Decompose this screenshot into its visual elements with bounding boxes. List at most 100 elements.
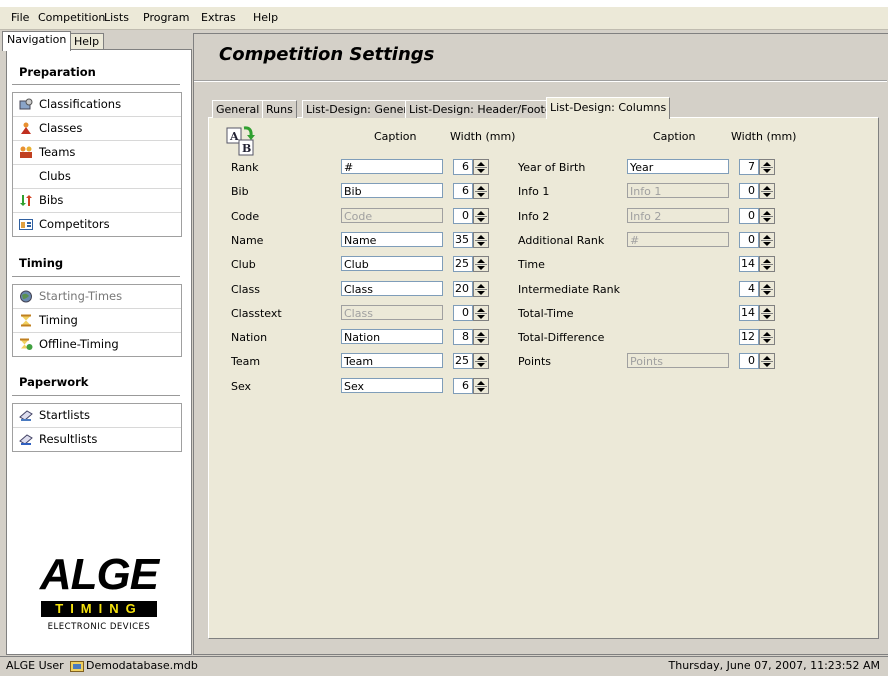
width-stepper[interactable]: 35 (453, 232, 490, 248)
caption-input[interactable]: Sex (341, 378, 443, 393)
spin-buttons[interactable] (473, 281, 489, 297)
menu-file[interactable]: File (11, 11, 29, 24)
width-value[interactable]: 25 (453, 353, 473, 369)
width-stepper[interactable]: 14 (739, 256, 776, 272)
spin-buttons[interactable] (473, 256, 489, 272)
tab-runs[interactable]: Runs (262, 100, 297, 118)
tab-general[interactable]: General (212, 100, 264, 118)
width-value[interactable]: 0 (739, 232, 759, 248)
spin-buttons[interactable] (759, 305, 775, 321)
nav-item-offline-timing[interactable]: Offline-Timing (13, 333, 181, 356)
width-stepper[interactable]: 4 (739, 281, 776, 297)
nav-item-competitors[interactable]: Competitors (13, 213, 181, 236)
spin-buttons[interactable] (759, 208, 775, 224)
width-stepper[interactable]: 14 (739, 305, 776, 321)
width-value[interactable]: 14 (739, 256, 759, 272)
width-stepper[interactable]: 0 (453, 208, 490, 224)
width-stepper[interactable]: 0 (739, 208, 776, 224)
width-stepper[interactable]: 25 (453, 256, 490, 272)
nav-item-classes[interactable]: Classes (13, 117, 181, 141)
caption-input[interactable]: Nation (341, 329, 443, 344)
caption-input[interactable]: Info 2 (627, 208, 729, 223)
nav-item-teams[interactable]: Teams (13, 141, 181, 165)
spin-buttons[interactable] (759, 353, 775, 369)
width-stepper[interactable]: 12 (739, 329, 776, 345)
tab-list-design-columns[interactable]: List-Design: Columns (546, 97, 671, 119)
width-value[interactable]: 6 (453, 159, 473, 175)
spin-buttons[interactable] (759, 183, 775, 199)
row-label: Sex (231, 380, 252, 393)
caption-input[interactable]: # (627, 232, 729, 247)
caption-input[interactable]: Year (627, 159, 729, 174)
caption-input[interactable]: # (341, 159, 443, 174)
width-stepper[interactable]: 6 (453, 378, 490, 394)
caption-input[interactable]: Code (341, 208, 443, 223)
tab-navigation[interactable]: Navigation (2, 31, 72, 51)
tab-help[interactable]: Help (69, 33, 105, 50)
width-value[interactable]: 0 (453, 208, 473, 224)
spin-buttons[interactable] (473, 329, 489, 345)
width-value[interactable]: 7 (739, 159, 759, 175)
nav-item-startlists[interactable]: Startlists (13, 404, 181, 428)
width-stepper[interactable]: 25 (453, 353, 490, 369)
spin-buttons[interactable] (473, 183, 489, 199)
tab-list-design-general[interactable]: List-Design: General (302, 100, 422, 118)
width-value[interactable]: 8 (453, 329, 473, 345)
caption-input[interactable]: Name (341, 232, 443, 247)
width-value[interactable]: 12 (739, 329, 759, 345)
caption-input[interactable]: Info 1 (627, 183, 729, 198)
spin-buttons[interactable] (759, 281, 775, 297)
width-stepper[interactable]: 8 (453, 329, 490, 345)
nav-item-starting-times[interactable]: Starting-Times (13, 285, 181, 309)
width-stepper[interactable]: 7 (739, 159, 776, 175)
width-stepper[interactable]: 0 (739, 232, 776, 248)
nav-item-resultlists[interactable]: Resultlists (13, 428, 181, 451)
spin-buttons[interactable] (473, 353, 489, 369)
width-value[interactable]: 0 (739, 208, 759, 224)
caption-input[interactable]: Points (627, 353, 729, 368)
width-value[interactable]: 6 (453, 183, 473, 199)
width-value[interactable]: 20 (453, 281, 473, 297)
spin-divider (475, 313, 487, 314)
width-stepper[interactable]: 0 (739, 353, 776, 369)
caption-header-left: Caption (374, 130, 417, 143)
caption-input[interactable]: Class (341, 305, 443, 320)
width-value[interactable]: 0 (739, 183, 759, 199)
width-stepper[interactable]: 6 (453, 159, 490, 175)
width-value[interactable]: 35 (453, 232, 473, 248)
spin-buttons[interactable] (473, 232, 489, 248)
menu-lists[interactable]: Lists (104, 11, 129, 24)
tab-list-design-header-footer[interactable]: List-Design: Header/Footer (405, 100, 561, 118)
width-value[interactable]: 25 (453, 256, 473, 272)
menu-extras[interactable]: Extras (201, 11, 236, 24)
spin-buttons[interactable] (759, 232, 775, 248)
nav-item-classifications[interactable]: Classifications (13, 93, 181, 117)
spin-buttons[interactable] (473, 208, 489, 224)
width-stepper[interactable]: 0 (739, 183, 776, 199)
width-value[interactable]: 6 (453, 378, 473, 394)
menu-program[interactable]: Program (143, 11, 189, 24)
menu-help[interactable]: Help (253, 11, 278, 24)
nav-item-clubs[interactable]: Clubs (13, 165, 181, 189)
width-stepper[interactable]: 0 (453, 305, 490, 321)
spin-buttons[interactable] (473, 378, 489, 394)
width-stepper[interactable]: 20 (453, 281, 490, 297)
caption-input[interactable]: Team (341, 353, 443, 368)
width-value[interactable]: 0 (453, 305, 473, 321)
spin-buttons[interactable] (473, 159, 489, 175)
nav-item-bibs[interactable]: Bibs (13, 189, 181, 213)
caption-input[interactable]: Bib (341, 183, 443, 198)
spin-buttons[interactable] (759, 256, 775, 272)
nav-label: Classifications (39, 97, 122, 111)
spin-buttons[interactable] (759, 329, 775, 345)
spin-buttons[interactable] (759, 159, 775, 175)
nav-item-timing[interactable]: Timing (13, 309, 181, 333)
menu-competition[interactable]: Competition (38, 11, 105, 24)
width-value[interactable]: 0 (739, 353, 759, 369)
caption-input[interactable]: Club (341, 256, 443, 271)
caption-input[interactable]: Class (341, 281, 443, 296)
width-value[interactable]: 4 (739, 281, 759, 297)
spin-buttons[interactable] (473, 305, 489, 321)
width-value[interactable]: 14 (739, 305, 759, 321)
width-stepper[interactable]: 6 (453, 183, 490, 199)
